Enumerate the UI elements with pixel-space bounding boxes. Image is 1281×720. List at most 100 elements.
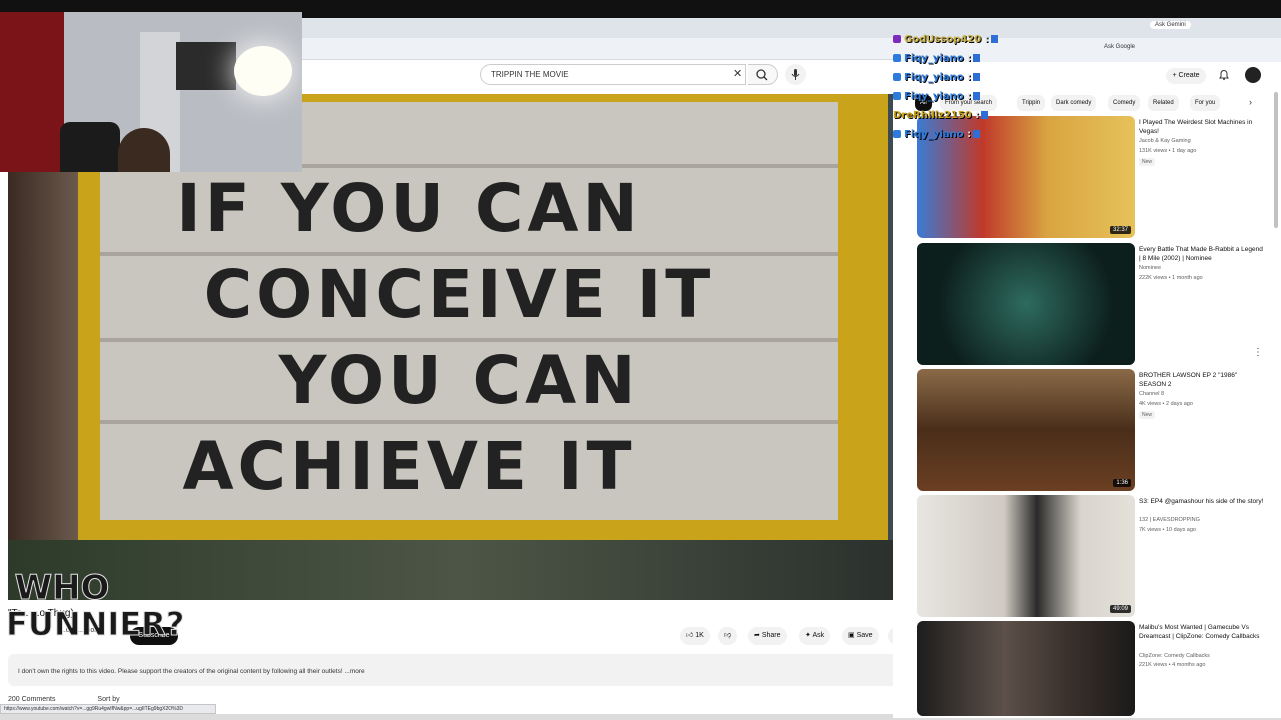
comments-header: 200 Comments Sort by xyxy=(8,696,120,703)
search-button[interactable] xyxy=(748,64,778,85)
video-thumbnail[interactable] xyxy=(917,621,1135,716)
chat-user-icon xyxy=(893,35,901,43)
stream-chat-overlay: GodUssop420 : Fiqy_yiano : Fiqy_yiano : … xyxy=(893,30,1013,144)
logo-line-1: WHO xyxy=(14,568,110,608)
chip-for-you[interactable]: For you xyxy=(1190,95,1221,111)
share-button[interactable]: ➦ Share xyxy=(748,627,787,645)
sign-line-1: IF YOU CAN xyxy=(176,170,642,247)
video-duration: 1:36 xyxy=(1113,479,1131,487)
view-count: 221K views • 4 months ago xyxy=(1139,662,1206,668)
chat-message: Fiqy_yiano : xyxy=(893,49,1013,68)
chip-comedy[interactable]: Comedy xyxy=(1108,95,1141,111)
channel-name[interactable]: Nominee xyxy=(1139,265,1265,271)
ask-google-button[interactable]: Ask Google xyxy=(1104,44,1135,50)
video-title[interactable]: S3: EP4 @gamashour his side of the story… xyxy=(1139,497,1265,506)
plus-icon: + xyxy=(1172,72,1177,79)
microphone-icon xyxy=(791,69,800,80)
create-button[interactable]: + Create xyxy=(1166,68,1206,84)
thumbs-up-icon: 👍︎ xyxy=(686,632,694,639)
sign-line-3: YOU CAN xyxy=(278,342,640,419)
link-status-bar: https://www.youtube.com/watch?v=...gg9Ru… xyxy=(0,704,216,714)
voice-search-button[interactable] xyxy=(785,64,806,85)
new-badge: New xyxy=(1139,158,1156,166)
recommendation-item[interactable]: 49:09 S3: EP4 @gamashour his side of the… xyxy=(917,495,1267,617)
video-title[interactable]: Malibu's Most Wanted | Gamecube Vs Dream… xyxy=(1139,623,1265,641)
logo-line-2: FUNNIER? xyxy=(6,605,185,643)
like-count: 1K xyxy=(695,632,704,639)
chip-dark-comedy[interactable]: Dark comedy xyxy=(1051,95,1097,111)
chat-username: Fiqy_yiano xyxy=(904,53,964,64)
chat-username: DreRhillz2150 xyxy=(893,110,972,121)
chat-badge-icon xyxy=(973,92,981,100)
thumbs-down-icon: 👎︎ xyxy=(724,632,732,639)
channel-name[interactable]: ClipZone: Comedy Callbacks xyxy=(1139,653,1265,659)
chat-message: Fiqy_yiano : xyxy=(893,87,1013,106)
browser-tab-strip[interactable] xyxy=(300,18,893,38)
video-street-ground xyxy=(8,540,910,600)
sign-line-4: ACHIEVE IT xyxy=(182,428,636,505)
chat-badge-icon xyxy=(981,111,989,119)
video-title[interactable]: I Played The Weirdest Slot Machines in V… xyxy=(1139,118,1265,136)
who-funnier-logo: WHO FUNNIER? xyxy=(6,568,185,670)
chip-trippin[interactable]: Trippin xyxy=(1017,95,1046,111)
chevron-right-icon[interactable]: › xyxy=(1249,97,1252,107)
video-title[interactable]: Every Battle That Made B-Rabbit a Legend… xyxy=(1139,245,1265,263)
recommendation-item[interactable]: 1:36 BROTHER LAWSON EP 2 "1986" SEASON 2… xyxy=(917,369,1267,491)
chat-message: GodUssop420 : xyxy=(893,30,1013,49)
ask-button[interactable]: ✦ Ask xyxy=(799,627,831,645)
webcam-wall-frame xyxy=(176,42,236,90)
chip-related[interactable]: Related xyxy=(1148,95,1179,111)
channel-name[interactable]: Channel 8 xyxy=(1139,391,1265,397)
notifications-bell-icon[interactable] xyxy=(1218,69,1230,81)
search-input[interactable]: TRIPPIN THE MOVIE xyxy=(480,64,746,85)
chat-message: Fiqy_yiano : xyxy=(893,68,1013,87)
chat-user-icon xyxy=(893,54,901,62)
browser-address-bar[interactable] xyxy=(300,38,893,60)
save-button[interactable]: ▣ Save xyxy=(842,627,879,645)
save-label: Save xyxy=(856,632,873,639)
chat-message: DreRhillz2150 : xyxy=(893,106,1013,125)
view-count: 4K views • 2 days ago xyxy=(1139,401,1193,407)
search-icon xyxy=(756,69,768,81)
ask-gemini-button[interactable]: Ask Gemini xyxy=(1150,21,1191,29)
sparkle-icon: ✦ xyxy=(805,632,811,639)
webcam-curtain xyxy=(0,12,64,172)
share-icon: ➦ xyxy=(754,632,760,639)
more-vertical-icon[interactable]: ⋮ xyxy=(1253,347,1263,358)
chat-badge-icon xyxy=(973,73,981,81)
recommendation-item[interactable]: Every Battle That Made B-Rabbit a Legend… xyxy=(917,243,1267,365)
chat-username: Fiqy_yiano xyxy=(904,91,964,102)
webcam-person xyxy=(118,128,170,172)
sort-by-button[interactable]: Sort by xyxy=(97,696,119,703)
webcam-chair xyxy=(60,122,120,172)
video-thumbnail[interactable]: 1:36 xyxy=(917,369,1135,491)
video-description[interactable]: I don't own the rights to this video. Pl… xyxy=(8,654,908,686)
chat-user-icon xyxy=(893,92,901,100)
recommendation-item[interactable]: Malibu's Most Wanted | Gamecube Vs Dream… xyxy=(917,621,1267,716)
channel-name[interactable]: 132 | EAVESDROPPING xyxy=(1139,517,1265,523)
sign-rail xyxy=(100,420,838,424)
ask-label: Ask xyxy=(812,632,825,639)
video-title[interactable]: BROTHER LAWSON EP 2 "1986" SEASON 2 xyxy=(1139,371,1265,389)
chat-badge-icon xyxy=(990,35,998,43)
sidebar-scrollbar[interactable] xyxy=(1274,92,1278,228)
webcam-overlay xyxy=(0,12,302,172)
view-count: 222K views • 1 month ago xyxy=(1139,275,1203,281)
share-label: Share xyxy=(761,632,781,639)
like-button[interactable]: 👍︎ 1K xyxy=(680,627,710,645)
webcam-light xyxy=(234,46,292,96)
video-duration: 49:09 xyxy=(1109,605,1131,613)
video-duration: 32:37 xyxy=(1109,226,1131,234)
dislike-button[interactable]: 👎︎ xyxy=(718,627,738,645)
chat-username: Fiqy_yiano xyxy=(904,129,964,140)
video-thumbnail[interactable] xyxy=(917,243,1135,365)
avatar[interactable] xyxy=(1245,67,1261,83)
chat-username: Fiqy_yiano xyxy=(904,72,964,83)
chat-user-icon xyxy=(893,73,901,81)
screen: TRIPPIN THE MOVIE ✕ IF YOU CAN CONCEIVE … xyxy=(0,0,1281,720)
chat-username: GodUssop420 xyxy=(904,34,982,45)
sign-line-2: CONCEIVE IT xyxy=(203,256,715,333)
channel-name[interactable]: Jacob & Kay Gaming xyxy=(1139,138,1265,144)
video-thumbnail[interactable]: 49:09 xyxy=(917,495,1135,617)
close-icon[interactable]: ✕ xyxy=(733,67,742,80)
